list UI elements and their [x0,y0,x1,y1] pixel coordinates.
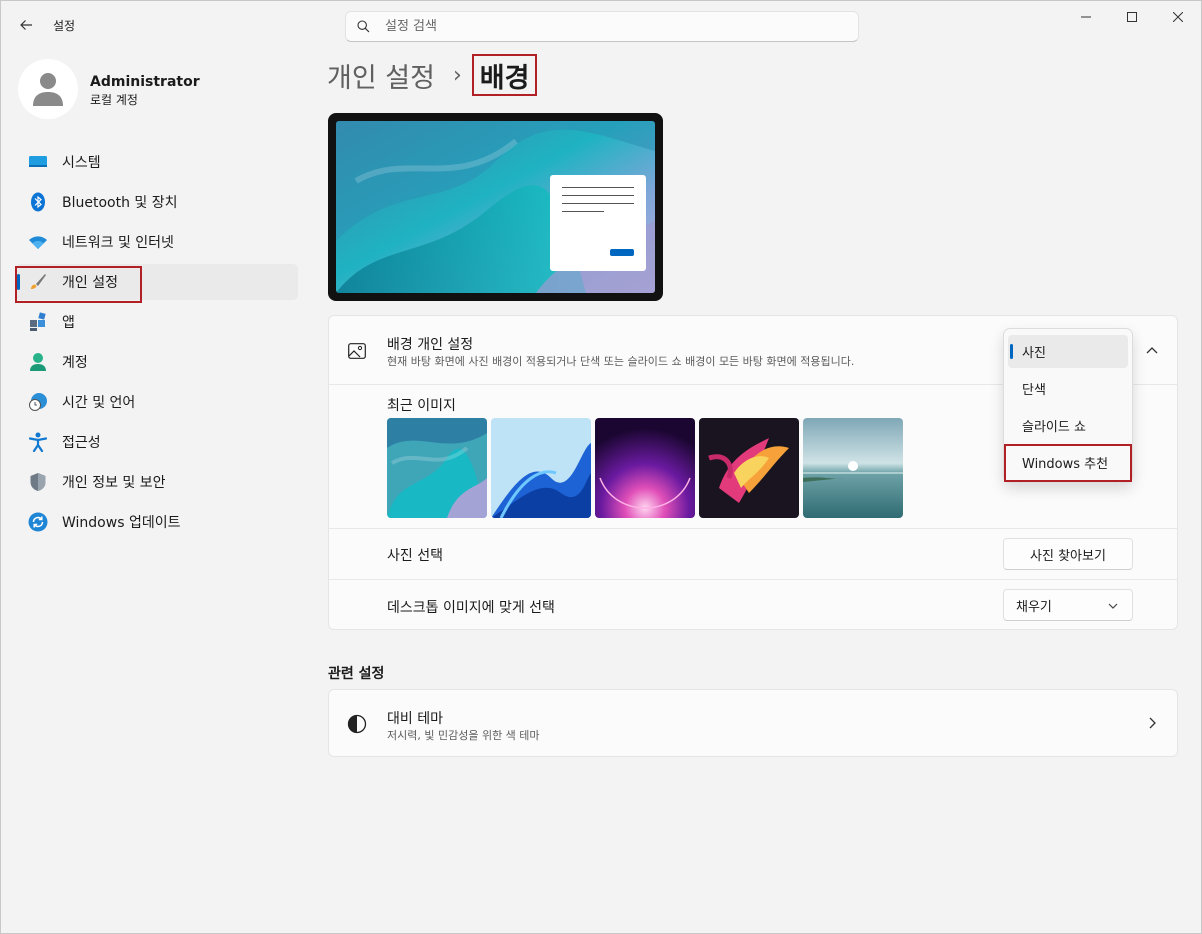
sidebar-item-windows-update[interactable]: Windows 업데이트 [15,504,298,540]
desktop-preview [328,113,663,301]
sidebar-item-network[interactable]: 네트워크 및 인터넷 [15,224,298,260]
active-indicator [17,274,20,290]
settings-window: 설정 Administrator 로컬 계정 시스템 [0,0,1202,934]
dropdown-option-label: 사진 [1022,346,1046,361]
avatar [18,59,78,119]
choose-photo-label: 사진 선택 [387,548,443,564]
apps-icon [27,311,49,333]
sidebar-item-privacy-security[interactable]: 개인 정보 및 보안 [15,464,298,500]
image-icon [347,341,367,361]
wifi-icon [27,231,49,253]
chevron-right-icon [1146,716,1160,730]
fit-select-value: 채우기 [1016,599,1052,615]
sidebar-nav: 시스템 Bluetooth 및 장치 네트워크 및 인터넷 개인 설정 앱 계정… [15,144,298,544]
sidebar-item-accounts[interactable]: 계정 [15,344,298,380]
sidebar-item-bluetooth[interactable]: Bluetooth 및 장치 [15,184,298,220]
fit-row: 데스크톱 이미지에 맞게 선택 채우기 [329,580,1177,630]
sidebar-item-label: 접근성 [62,435,101,451]
breadcrumb-separator: › [452,62,462,88]
account-icon [27,351,49,373]
close-icon [1173,12,1183,22]
system-icon [27,151,49,173]
sidebar-item-system[interactable]: 시스템 [15,144,298,180]
bluetooth-icon [27,191,49,213]
sidebar-item-label: 시간 및 언어 [62,395,136,411]
recent-images-strip [387,418,907,518]
contrast-themes-title: 대비 테마 [387,711,443,727]
background-type-dropdown: 사진 단색 슬라이드 쇼 Windows 추천 [1003,328,1133,483]
search-input[interactable] [385,19,825,34]
sidebar-item-accessibility[interactable]: 접근성 [15,424,298,460]
background-title: 배경 개인 설정 [387,337,474,353]
recent-image-thumb[interactable] [387,418,487,518]
contrast-icon [347,714,367,734]
sidebar-item-label: 네트워크 및 인터넷 [62,235,174,251]
search-box[interactable] [345,11,859,42]
dropdown-option-label: 단색 [1022,383,1046,398]
recent-image-thumb[interactable] [595,418,695,518]
dropdown-option-label: 슬라이드 쇼 [1022,420,1086,435]
background-description: 현재 바탕 화면에 사진 배경이 적용되거나 단색 또는 슬라이드 쇼 배경이 … [387,355,855,368]
dropdown-option-solid-color[interactable]: 단색 [1008,372,1128,405]
shield-icon [27,471,49,493]
sidebar-item-label: 개인 설정 [62,275,118,291]
user-name: Administrator [90,74,200,90]
title-bar: 설정 [1,1,1201,49]
dropdown-option-picture[interactable]: 사진 [1008,335,1128,368]
account-type: 로컬 계정 [90,93,138,107]
update-icon [27,511,49,533]
collapse-chevron-up-icon[interactable] [1144,342,1160,358]
sidebar-item-label: 시스템 [62,155,101,171]
choose-photo-row: 사진 선택 사진 찾아보기 [329,529,1177,579]
maximize-button[interactable] [1109,1,1155,33]
sidebar-item-personalization[interactable]: 개인 설정 [15,264,298,300]
accessibility-icon [27,431,49,453]
dropdown-option-label: Windows 추천 [1022,457,1109,472]
sidebar-item-time-language[interactable]: 시간 및 언어 [15,384,298,420]
sidebar-item-label: 앱 [62,315,75,331]
recent-image-thumb[interactable] [491,418,591,518]
breadcrumb: 개인 설정 › 배경 [327,54,538,96]
preview-wallpaper [336,121,655,293]
sidebar-item-label: Bluetooth 및 장치 [62,195,178,211]
sidebar-item-label: 개인 정보 및 보안 [62,475,166,491]
recent-images-label: 최근 이미지 [387,398,456,414]
preview-sample-window [550,175,646,271]
breadcrumb-parent[interactable]: 개인 설정 [327,56,435,95]
back-arrow-icon [20,20,32,30]
brush-icon [27,271,49,293]
dropdown-option-windows-spotlight[interactable]: Windows 추천 [1008,446,1128,479]
maximize-icon [1127,12,1137,22]
minimize-icon [1081,16,1091,18]
app-title: 설정 [53,19,76,33]
chevron-down-icon [1108,601,1118,611]
close-button[interactable] [1155,1,1201,33]
sidebar-item-label: 계정 [62,355,88,371]
contrast-themes-description: 저시력, 빛 민감성을 위한 색 테마 [387,729,540,742]
page-title: 배경 [471,54,538,96]
recent-image-thumb[interactable] [699,418,799,518]
fit-label: 데스크톱 이미지에 맞게 선택 [387,600,555,616]
minimize-button[interactable] [1063,1,1109,33]
recent-image-thumb[interactable] [803,418,903,518]
selected-indicator [1010,344,1013,359]
back-button[interactable] [13,12,39,38]
sidebar-item-label: Windows 업데이트 [62,515,181,531]
search-icon [357,20,377,33]
fit-select[interactable]: 채우기 [1003,589,1133,621]
sidebar-item-apps[interactable]: 앱 [15,304,298,340]
clock-globe-icon [27,391,49,413]
browse-photos-button[interactable]: 사진 찾아보기 [1003,538,1133,570]
related-settings-heading: 관련 설정 [328,666,385,682]
dropdown-option-slideshow[interactable]: 슬라이드 쇼 [1008,409,1128,442]
contrast-themes-card[interactable]: 대비 테마 저시력, 빛 민감성을 위한 색 테마 [328,689,1178,757]
user-silhouette-icon [33,73,63,106]
